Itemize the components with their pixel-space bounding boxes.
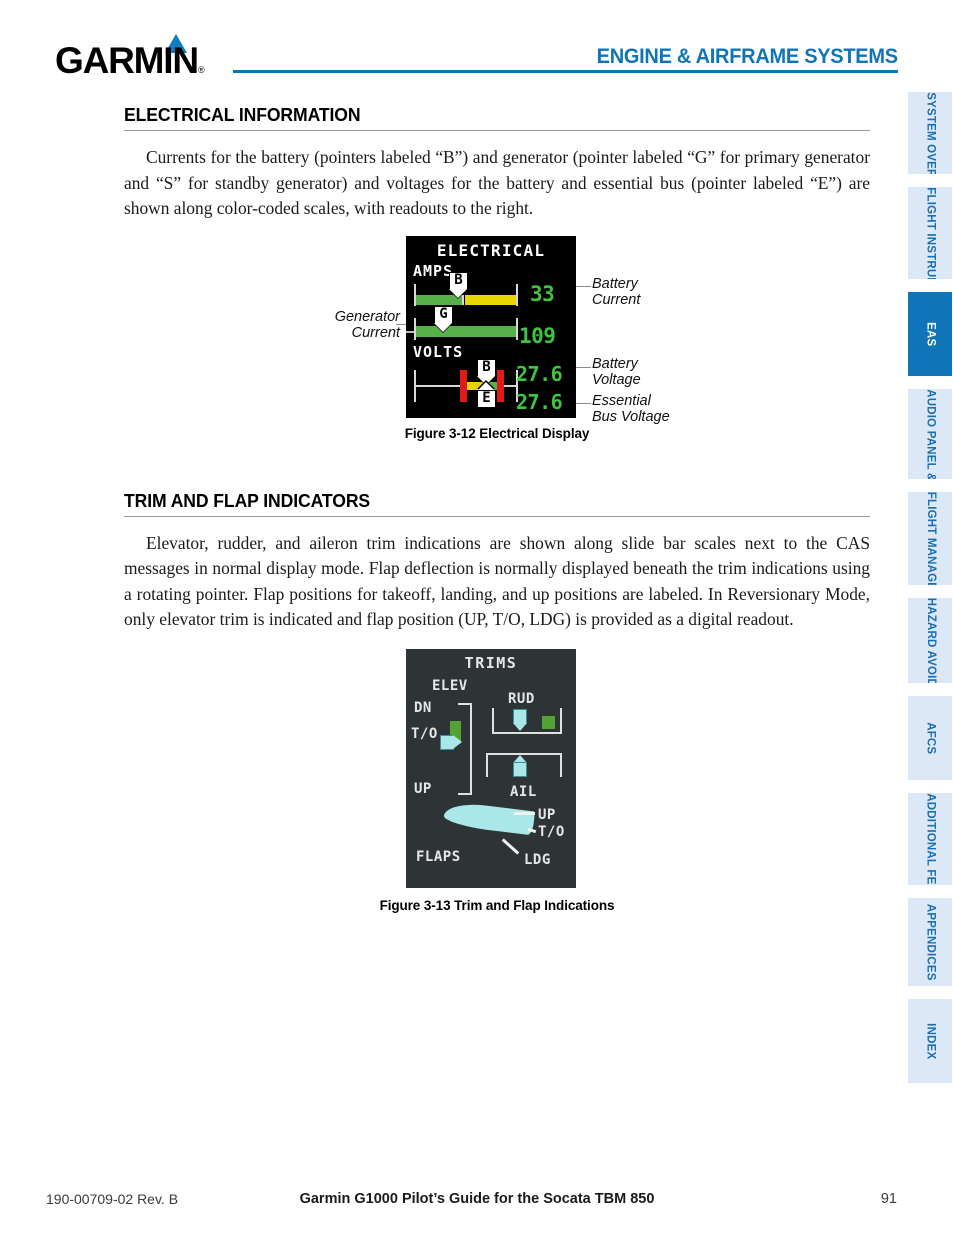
battery-amps-pointer: B (449, 271, 468, 298)
essential-volts-pointer: E (477, 381, 496, 408)
sidebar-item-afcs[interactable]: AFCS (908, 696, 952, 780)
header-rule (233, 70, 898, 73)
trims-figure-canvas: TRIMS ELEV DN T/O UP RUD AIL UP T/O LDG … (124, 648, 870, 899)
sidebar-item-label: ADDITIONAL FEATURES (924, 793, 937, 885)
callout-essential-bus-voltage: Essential Bus Voltage (592, 392, 670, 425)
sidebar-item-label: INDEX (924, 1022, 937, 1060)
pointer-tip-icon (453, 734, 462, 749)
elevator-to-label: T/O (411, 725, 438, 742)
trims-display: TRIMS ELEV DN T/O UP RUD AIL UP T/O LDG … (406, 648, 576, 888)
heading-rule (124, 515, 870, 517)
sidebar-item-flight-management[interactable]: FLIGHT MANAGEMENT (908, 492, 952, 585)
figure-trim-indications: TRIMS ELEV DN T/O UP RUD AIL UP T/O LDG … (124, 648, 870, 929)
registered-trademark-icon: ® (198, 65, 205, 75)
header-title: ENGINE & AIRFRAME SYSTEMS (596, 44, 898, 68)
flap-ldg-tick (501, 837, 520, 855)
readout-battery-voltage: 27.6 (516, 361, 563, 386)
rudder-range-marker (542, 715, 555, 729)
volts-gauge (414, 364, 518, 410)
flap-ldg-label: LDG (524, 851, 551, 868)
volts-label: VOLTS (413, 342, 464, 361)
footer-page-number: 91 (880, 1191, 897, 1207)
electrical-figure-canvas: Generator Current Battery Current Batter… (124, 235, 870, 441)
electrical-display-title: ELECTRICAL (436, 240, 546, 260)
section-tabs: SYSTEM OVERVIEW FLIGHT INSTRUMENTS EAS A… (900, 92, 954, 1096)
pointer-letter: B (477, 358, 496, 377)
readout-essential-bus-voltage: 27.6 (516, 389, 563, 414)
section-heading-trim: TRIM AND FLAP INDICATORS (124, 489, 371, 511)
gauge-tick (406, 330, 414, 333)
flap-up-tick (514, 811, 535, 815)
pointer-tip-icon (449, 288, 467, 298)
gauge-red-band-high (497, 369, 504, 402)
pointer-letter: E (477, 389, 496, 408)
callout-battery-current: Battery Current (592, 275, 641, 308)
rudder-label: RUD (508, 690, 535, 707)
amps-label: AMPS (413, 261, 454, 280)
sidebar-item-label: EAS (924, 321, 937, 347)
flaps-label: FLAPS (416, 848, 461, 865)
sidebar-item-flight-instruments[interactable]: FLIGHT INSTRUMENTS (908, 187, 952, 279)
sidebar-item-index[interactable]: INDEX (908, 999, 952, 1083)
electrical-display: ELECTRICAL AMPS B G VOLTS B E 33 109 27.… (406, 235, 576, 418)
sidebar-item-additional-features[interactable]: ADDITIONAL FEATURES (908, 793, 952, 885)
aileron-label: AIL (510, 783, 537, 800)
flap-up-label: UP (538, 806, 556, 823)
gauge-end-right (516, 317, 518, 340)
rudder-trim-pointer (513, 708, 527, 731)
pointer-letter: G (434, 305, 453, 324)
sidebar-item-audio-panel-cns[interactable]: AUDIO PANEL & CNS (908, 389, 952, 479)
elevator-dn-label: DN (414, 699, 432, 716)
sidebar-item-label: APPENDICES (924, 903, 937, 981)
sidebar-item-label: AFCS (924, 721, 937, 755)
main-content: ELECTRICAL INFORMATION Currents for the … (124, 104, 870, 929)
flap-to-label: T/O (538, 823, 565, 840)
aileron-trim-pointer (513, 754, 527, 777)
pointer-body (440, 734, 454, 750)
generator-amps-gauge (406, 317, 518, 340)
figure-electrical-display: Generator Current Battery Current Batter… (124, 235, 870, 466)
sidebar-item-label: SYSTEM OVERVIEW (924, 92, 937, 174)
sidebar-item-label: FLIGHT INSTRUMENTS (924, 187, 937, 279)
figure-caption-electrical: Figure 3-12 Electrical Display (404, 425, 590, 441)
gauge-red-band-low (460, 369, 467, 402)
figure-caption-trim: Figure 3-13 Trim and Flap Indications (379, 897, 615, 913)
sidebar-item-label: HAZARD AVOIDANCE (924, 598, 937, 683)
sidebar-item-system-overview[interactable]: SYSTEM OVERVIEW (908, 92, 952, 174)
pointer-tip-icon (434, 322, 452, 332)
pointer-body (513, 761, 527, 777)
callout-generator-current: Generator Current (334, 308, 400, 341)
page: GARMIN ® ENGINE & AIRFRAME SYSTEMS SYSTE… (0, 0, 954, 1235)
sidebar-item-appendices[interactable]: APPENDICES (908, 898, 952, 986)
gauge-yellow-band (465, 294, 516, 305)
pointer-body (513, 708, 527, 724)
gauge-green-band (416, 325, 516, 337)
readout-generator-current: 109 (519, 323, 556, 348)
elevator-trim-pointer (440, 734, 462, 750)
gauge-end-right (516, 283, 518, 306)
sidebar-item-label: FLIGHT MANAGEMENT (924, 492, 937, 585)
sidebar-item-label: AUDIO PANEL & CNS (924, 389, 937, 479)
trims-display-title: TRIMS (464, 653, 518, 672)
heading-rule (124, 130, 870, 131)
section-paragraph-trim: Elevator, rudder, and aileron trim indic… (124, 532, 870, 630)
sidebar-item-hazard-avoidance[interactable]: HAZARD AVOIDANCE (908, 598, 952, 683)
footer-title: Garmin G1000 Pilot’s Guide for the Socat… (299, 1191, 655, 1207)
page-header: GARMIN ® ENGINE & AIRFRAME SYSTEMS (0, 0, 954, 92)
pointer-letter: B (449, 271, 468, 290)
pointer-tip-icon (513, 722, 527, 731)
elevator-up-label: UP (414, 780, 432, 797)
page-footer: 190-00709-02 Rev. B Garmin G1000 Pilot’s… (0, 1191, 954, 1211)
readout-battery-current: 33 (530, 281, 555, 306)
elevator-label: ELEV (432, 677, 468, 694)
generator-amps-pointer: G (434, 305, 453, 332)
flap-airfoil-icon (442, 800, 536, 835)
section-heading-electrical: ELECTRICAL INFORMATION (124, 104, 361, 125)
section-paragraph-electrical: Currents for the battery (pointers label… (124, 147, 870, 218)
garmin-logo: GARMIN ® (55, 30, 215, 81)
garmin-wordmark: GARMIN (55, 40, 199, 81)
sidebar-item-eas[interactable]: EAS (908, 292, 952, 376)
callout-battery-voltage: Battery Voltage (592, 355, 641, 388)
